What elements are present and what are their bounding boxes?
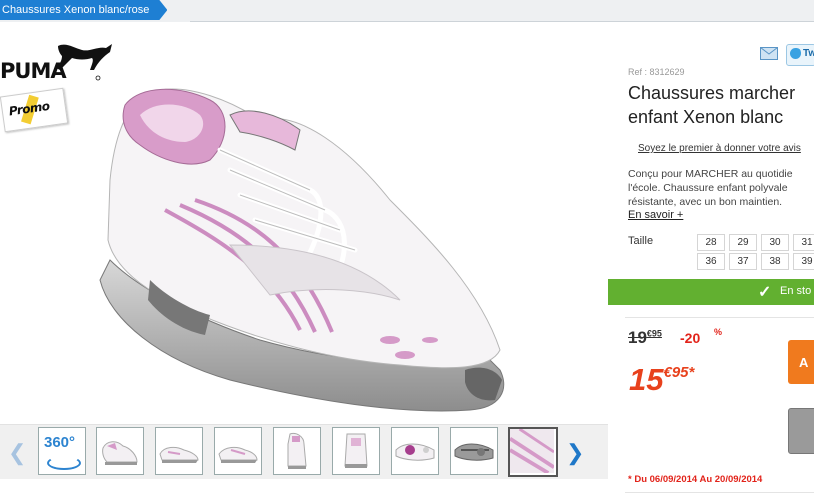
divider <box>625 317 814 318</box>
thumb-2[interactable] <box>96 427 144 475</box>
breadcrumb[interactable]: Chaussures Xenon blanc/rose <box>0 0 167 20</box>
size-option[interactable]: 31 <box>793 234 814 251</box>
thumb-6[interactable] <box>332 427 380 475</box>
thumb-3[interactable] <box>155 427 203 475</box>
product-title: Chaussures marcher enfant Xenon blanc <box>628 81 795 129</box>
thumb-9-selected[interactable] <box>508 427 558 477</box>
thumb-7[interactable] <box>391 427 439 475</box>
product-ref: Ref : 8312629 <box>628 67 685 77</box>
twitter-bird-icon <box>790 48 801 59</box>
size-option[interactable]: 30 <box>761 234 789 251</box>
add-to-cart-button[interactable]: A <box>788 340 814 384</box>
email-share-icon[interactable] <box>760 47 778 60</box>
discount-value: -20 <box>680 330 701 346</box>
thumb-5[interactable] <box>273 427 321 475</box>
desc-line2: l'école. Chaussure enfant polyvale <box>628 182 788 194</box>
product-title-line1: Chaussures marcher <box>628 83 796 103</box>
size-option[interactable]: 29 <box>729 234 757 251</box>
prev-arrow-icon[interactable]: ❮ <box>8 440 26 466</box>
product-title-line2: enfant Xenon blanc <box>628 107 784 127</box>
review-link[interactable]: Soyez le premier à donner votre avis <box>638 143 801 154</box>
desc-line3: résistante, avec un bon maintien. <box>628 196 783 208</box>
secondary-button[interactable] <box>788 408 814 454</box>
divider <box>625 492 814 493</box>
puma-logo-text: PUMA <box>0 59 67 83</box>
view-360-label: 360° <box>44 434 76 451</box>
twitter-label: Tw <box>803 48 814 59</box>
current-price: 15€95* <box>629 362 695 397</box>
old-price: 19€95 <box>628 328 662 347</box>
size-label: Taille <box>628 235 654 247</box>
thumb-360[interactable]: 360° <box>38 427 86 475</box>
promo-dates: * Du 06/09/2014 Au 20/09/2014 <box>628 474 763 485</box>
size-option[interactable]: 36 <box>697 253 725 270</box>
main-product-image[interactable] <box>70 70 540 420</box>
thumbnail-bar: ❮ 360° ❯ <box>0 424 608 479</box>
product-description: Conçu pour MARCHER au quotidie l'école. … <box>628 167 814 209</box>
next-arrow-icon[interactable]: ❯ <box>566 440 584 466</box>
size-option[interactable]: 37 <box>729 253 757 270</box>
thumb-8[interactable] <box>450 427 498 475</box>
size-option[interactable]: 38 <box>761 253 789 270</box>
checkmark-icon: ✓ <box>758 284 772 301</box>
stock-status-bar: ✓ En sto <box>608 279 814 305</box>
rotate-icon <box>47 456 81 470</box>
twitter-share-button[interactable]: Tw <box>786 44 814 66</box>
thumb-4[interactable] <box>214 427 262 475</box>
size-option[interactable]: 39 <box>793 253 814 270</box>
desc-line1: Conçu pour MARCHER au quotidie <box>628 168 793 180</box>
size-option[interactable]: 28 <box>697 234 725 251</box>
read-more-link[interactable]: En savoir + <box>628 209 683 221</box>
stock-text: En sto <box>780 285 812 297</box>
discount-percent-sign: % <box>714 327 723 337</box>
